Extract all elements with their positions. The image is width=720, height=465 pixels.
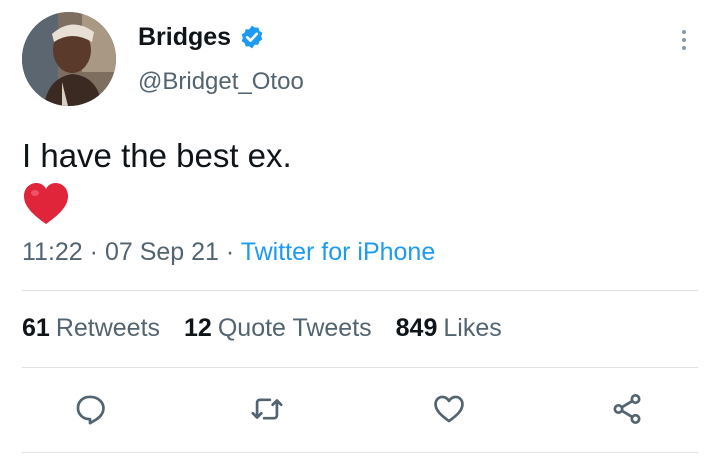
share-button[interactable]	[607, 389, 647, 429]
quote-tweets-stat[interactable]: 12 Quote Tweets	[184, 312, 372, 344]
share-icon	[613, 394, 641, 424]
divider	[22, 290, 698, 291]
display-name[interactable]: Bridges	[138, 22, 231, 52]
tweet-source-link[interactable]: Twitter for iPhone	[241, 238, 436, 266]
user-handle[interactable]: @Bridget_Otoo	[138, 67, 304, 97]
reply-button[interactable]	[70, 389, 110, 429]
red-heart-emoji	[24, 183, 68, 224]
tweet-date[interactable]: 07 Sep 21	[105, 238, 219, 266]
retweets-stat[interactable]: 61 Retweets	[22, 312, 160, 344]
likes-stat[interactable]: 849 Likes	[396, 312, 502, 344]
more-icon[interactable]	[674, 26, 694, 54]
like-button[interactable]	[429, 389, 469, 429]
tweet-detail: Bridges @Bridget_Otoo I have the best ex…	[0, 0, 720, 465]
divider	[22, 367, 698, 368]
retweet-icon	[251, 398, 283, 420]
retweet-button[interactable]	[247, 389, 287, 429]
divider	[22, 452, 698, 453]
verified-badge-icon	[241, 25, 263, 49]
tweet-text: I have the best ex.	[22, 137, 292, 174]
avatar[interactable]	[22, 12, 116, 106]
avatar-image	[22, 12, 116, 106]
like-icon	[434, 395, 464, 423]
engagement-stats: 61 Retweets 12 Quote Tweets 849 Likes	[22, 312, 502, 344]
reply-icon	[76, 395, 105, 425]
action-bar	[0, 389, 720, 433]
tweet-time[interactable]: 11:22	[22, 238, 83, 266]
tweet-meta: 11:22 · 07 Sep 21 · Twitter for iPhone	[22, 238, 436, 266]
